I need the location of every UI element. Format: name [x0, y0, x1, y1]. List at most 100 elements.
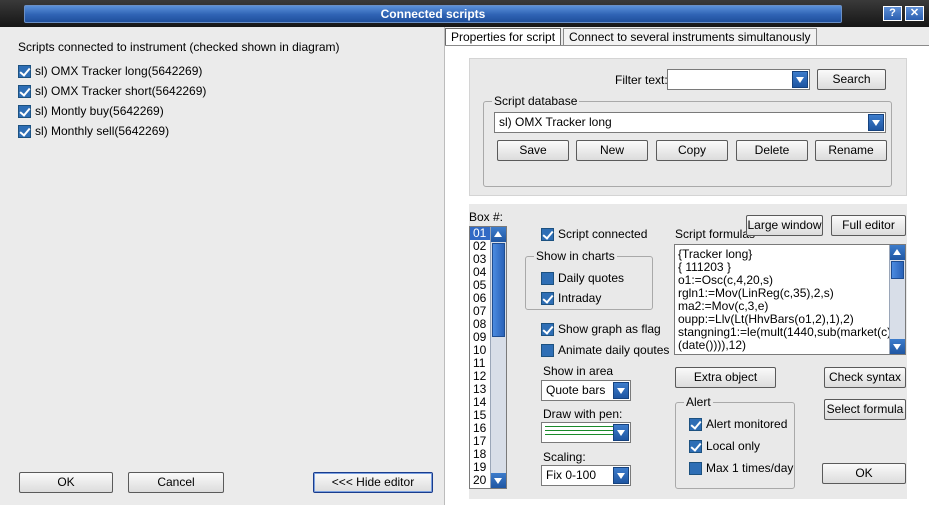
- script-item[interactable]: sl) OMX Tracker short(5642269): [18, 81, 206, 101]
- show-graph-as-flag-checkbox[interactable]: [541, 322, 554, 336]
- max-times-option[interactable]: Max 1 times/day: [689, 461, 793, 475]
- ok-button[interactable]: OK: [822, 463, 906, 484]
- rename-button[interactable]: Rename: [815, 140, 887, 161]
- local-only-option[interactable]: Local only: [689, 439, 760, 453]
- box-number-label: Box #:: [469, 210, 504, 224]
- save-button[interactable]: Save: [497, 140, 569, 161]
- tab-properties-for-script[interactable]: Properties for script: [445, 28, 562, 46]
- script-item[interactable]: sl) Monthly sell(5642269): [18, 121, 206, 141]
- pen-preview: [545, 426, 613, 439]
- show-in-area-value: Quote bars: [546, 383, 606, 397]
- script-item[interactable]: sl) Montly buy(5642269): [18, 101, 206, 121]
- scroll-thumb[interactable]: [891, 261, 904, 279]
- script-checkbox[interactable]: [18, 104, 31, 118]
- filter-text-combo[interactable]: [667, 69, 810, 90]
- script-database-title: Script database: [492, 94, 580, 108]
- daily-quotes-checkbox[interactable]: [541, 271, 554, 285]
- check-syntax-button[interactable]: Check syntax: [824, 367, 906, 388]
- formulas-scrollbar[interactable]: [889, 245, 905, 354]
- connected-scripts-list: sl) OMX Tracker long(5642269) sl) OMX Tr…: [18, 61, 206, 141]
- script-editor-panel: Properties for script Connect to several…: [444, 27, 929, 505]
- close-button[interactable]: ✕: [905, 6, 924, 21]
- editor-tabs: Properties for script Connect to several…: [445, 28, 819, 46]
- animate-daily-quotes-label: Animate daily qoutes: [558, 343, 670, 357]
- local-only-checkbox[interactable]: [689, 439, 702, 453]
- show-in-charts-title: Show in charts: [534, 249, 617, 263]
- alert-monitored-option[interactable]: Alert monitored: [689, 417, 787, 431]
- script-formulas-label: Script formulas: [675, 227, 756, 241]
- local-only-label: Local only: [706, 439, 761, 453]
- script-connected-label: Script connected: [558, 227, 648, 241]
- delete-button[interactable]: Delete: [736, 140, 808, 161]
- alert-title: Alert: [684, 395, 713, 409]
- alert-monitored-label: Alert monitored: [706, 417, 788, 431]
- connected-scripts-panel: Scripts connected to instrument (checked…: [0, 27, 444, 505]
- draw-with-pen-label: Draw with pen:: [543, 407, 623, 421]
- cancel-button[interactable]: Cancel: [128, 472, 224, 493]
- intraday-option[interactable]: Intraday: [541, 291, 601, 305]
- scaling-value: Fix 0-100: [546, 468, 597, 482]
- connected-scripts-heading: Scripts connected to instrument (checked…: [18, 40, 340, 54]
- chevron-down-icon[interactable]: [613, 424, 629, 441]
- script-item-label: sl) Monthly sell(5642269): [35, 124, 170, 138]
- scaling-combo[interactable]: Fix 0-100: [541, 465, 631, 486]
- search-button[interactable]: Search: [817, 69, 886, 90]
- filter-text-label: Filter text:: [615, 73, 668, 87]
- intraday-label: Intraday: [558, 291, 602, 305]
- alert-monitored-checkbox[interactable]: [689, 417, 702, 431]
- window-title: Connected scripts: [380, 7, 486, 21]
- full-editor-button[interactable]: Full editor: [831, 215, 906, 236]
- formula-line: (date()))),12): [678, 338, 747, 352]
- chevron-down-icon[interactable]: [613, 382, 629, 399]
- max-times-checkbox[interactable]: [689, 461, 702, 475]
- draw-with-pen-combo[interactable]: [541, 422, 631, 443]
- daily-quotes-label: Daily quotes: [558, 271, 625, 285]
- script-connected-checkbox[interactable]: [541, 227, 554, 241]
- animate-daily-quotes-option[interactable]: Animate daily qoutes: [541, 343, 669, 357]
- copy-button[interactable]: Copy: [656, 140, 728, 161]
- script-checkbox[interactable]: [18, 124, 31, 138]
- script-checkbox[interactable]: [18, 64, 31, 78]
- script-item-label: sl) OMX Tracker short(5642269): [35, 84, 207, 98]
- title-bar: Connected scripts ? ✕: [0, 0, 929, 27]
- show-graph-as-flag-option[interactable]: Show graph as flag: [541, 322, 661, 336]
- alert-group: Alert Alert monitored Local only Max 1 t…: [675, 395, 795, 489]
- script-connected-option[interactable]: Script connected: [541, 227, 647, 241]
- daily-quotes-option[interactable]: Daily quotes: [541, 271, 624, 285]
- script-item-label: sl) Montly buy(5642269): [35, 104, 164, 118]
- hide-editor-button[interactable]: <<< Hide editor: [313, 472, 433, 493]
- show-in-area-label: Show in area: [543, 364, 614, 378]
- show-in-area-combo[interactable]: Quote bars: [541, 380, 631, 401]
- scroll-up-icon[interactable]: [491, 227, 506, 242]
- ok-button[interactable]: OK: [19, 472, 113, 493]
- large-window-button[interactable]: Large window: [746, 215, 823, 236]
- scroll-up-icon[interactable]: [890, 245, 905, 260]
- box-number-list[interactable]: 01 02 03 04 05 06 07 08 09 10 11 12 13 1…: [469, 226, 507, 489]
- max-times-label: Max 1 times/day: [706, 461, 794, 475]
- show-graph-as-flag-label: Show graph as flag: [558, 322, 661, 336]
- script-item[interactable]: sl) OMX Tracker long(5642269): [18, 61, 206, 81]
- extra-object-button[interactable]: Extra object: [675, 367, 776, 388]
- script-database-combo[interactable]: sl) OMX Tracker long: [494, 112, 886, 133]
- script-checkbox[interactable]: [18, 84, 31, 98]
- show-in-charts-group: Show in charts Daily quotes Intraday: [525, 249, 653, 310]
- chevron-down-icon[interactable]: [792, 71, 808, 88]
- script-database-area: Filter text: Search Script database sl) …: [469, 58, 907, 196]
- chevron-down-icon[interactable]: [613, 467, 629, 484]
- tab-connect-several-instruments[interactable]: Connect to several instruments simultano…: [563, 28, 817, 46]
- scroll-down-icon[interactable]: [491, 473, 506, 488]
- scroll-down-icon[interactable]: [890, 339, 905, 354]
- animate-daily-quotes-checkbox[interactable]: [541, 343, 554, 357]
- box-list-scrollbar[interactable]: [490, 227, 506, 488]
- script-database-group: Script database sl) OMX Tracker long Sav…: [483, 94, 892, 187]
- script-database-value: sl) OMX Tracker long: [499, 115, 612, 129]
- script-properties-area: Box #: 01 02 03 04 05 06 07 08 09 10 11 …: [469, 204, 907, 499]
- select-formula-button[interactable]: Select formula: [824, 399, 906, 420]
- help-button[interactable]: ?: [883, 6, 902, 21]
- scaling-label: Scaling:: [543, 450, 586, 464]
- script-formulas-editor[interactable]: {Tracker long} { 111203 } o1:=Osc(c,4,20…: [674, 244, 906, 355]
- scroll-thumb[interactable]: [492, 243, 505, 337]
- chevron-down-icon[interactable]: [868, 114, 884, 131]
- new-button[interactable]: New: [576, 140, 648, 161]
- intraday-checkbox[interactable]: [541, 291, 554, 305]
